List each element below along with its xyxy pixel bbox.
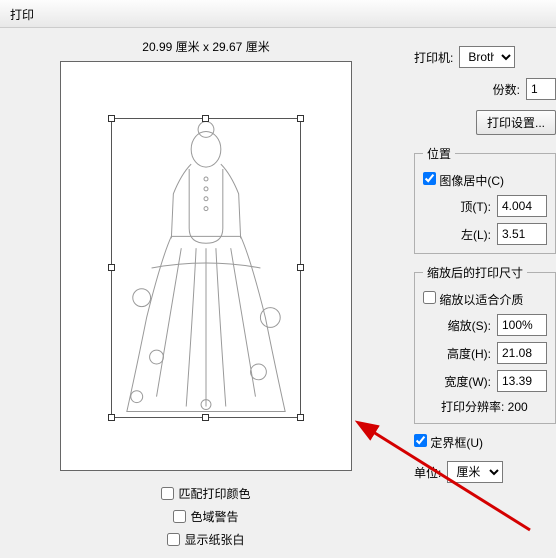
copies-input[interactable] <box>526 78 556 100</box>
print-resolution: 打印分辨率: 200 <box>423 398 547 415</box>
scale-legend: 缩放后的打印尺寸 <box>423 264 527 281</box>
units-label: 单位: <box>414 464 441 481</box>
printer-select[interactable]: Brother <box>459 46 515 68</box>
scale-input[interactable] <box>497 314 547 336</box>
image-bounding-box[interactable] <box>111 118 301 418</box>
window-title: 打印 <box>10 8 34 22</box>
resize-handle[interactable] <box>108 414 115 421</box>
scale-label: 缩放(S): <box>441 317 491 334</box>
resize-handle[interactable] <box>297 414 304 421</box>
gamut-warning-checkbox[interactable]: 色域警告 <box>173 508 238 525</box>
preview-image <box>112 119 300 417</box>
units-select[interactable]: 厘米 <box>447 461 503 483</box>
height-label: 高度(H): <box>441 345 491 362</box>
paper-preview <box>60 61 352 471</box>
position-group: 位置 图像居中(C) 顶(T): 左(L): <box>414 145 556 254</box>
scaled-print-size-group: 缩放后的打印尺寸 缩放以适合介质 缩放(S): 高度(H): 宽度(W): 打印… <box>414 264 556 424</box>
width-label: 宽度(W): <box>441 373 491 390</box>
top-input[interactable] <box>497 195 547 217</box>
scale-to-fit-checkbox[interactable]: 缩放以适合介质 <box>423 291 523 308</box>
resize-handle[interactable] <box>297 115 304 122</box>
page-dimensions: 20.99 厘米 x 29.67 厘米 <box>10 38 402 61</box>
resize-handle[interactable] <box>297 264 304 271</box>
left-input[interactable] <box>497 223 547 245</box>
left-label: 左(L): <box>441 226 491 243</box>
printer-label: 打印机: <box>414 49 453 66</box>
show-paper-white-checkbox[interactable]: 显示纸张白 <box>167 531 244 548</box>
center-image-checkbox[interactable]: 图像居中(C) <box>423 172 504 189</box>
resize-handle[interactable] <box>202 115 209 122</box>
position-legend: 位置 <box>423 145 455 162</box>
width-input[interactable] <box>497 370 547 392</box>
copies-label: 份数: <box>493 81 520 98</box>
bounding-box-checkbox[interactable]: 定界框(U) <box>414 434 483 451</box>
title-bar: 打印 <box>0 0 556 28</box>
print-settings-button[interactable]: 打印设置... <box>476 110 556 135</box>
resize-handle[interactable] <box>108 264 115 271</box>
resize-handle[interactable] <box>108 115 115 122</box>
resize-handle[interactable] <box>202 414 209 421</box>
match-print-color-checkbox[interactable]: 匹配打印颜色 <box>161 485 250 502</box>
top-label: 顶(T): <box>441 198 491 215</box>
height-input[interactable] <box>497 342 547 364</box>
